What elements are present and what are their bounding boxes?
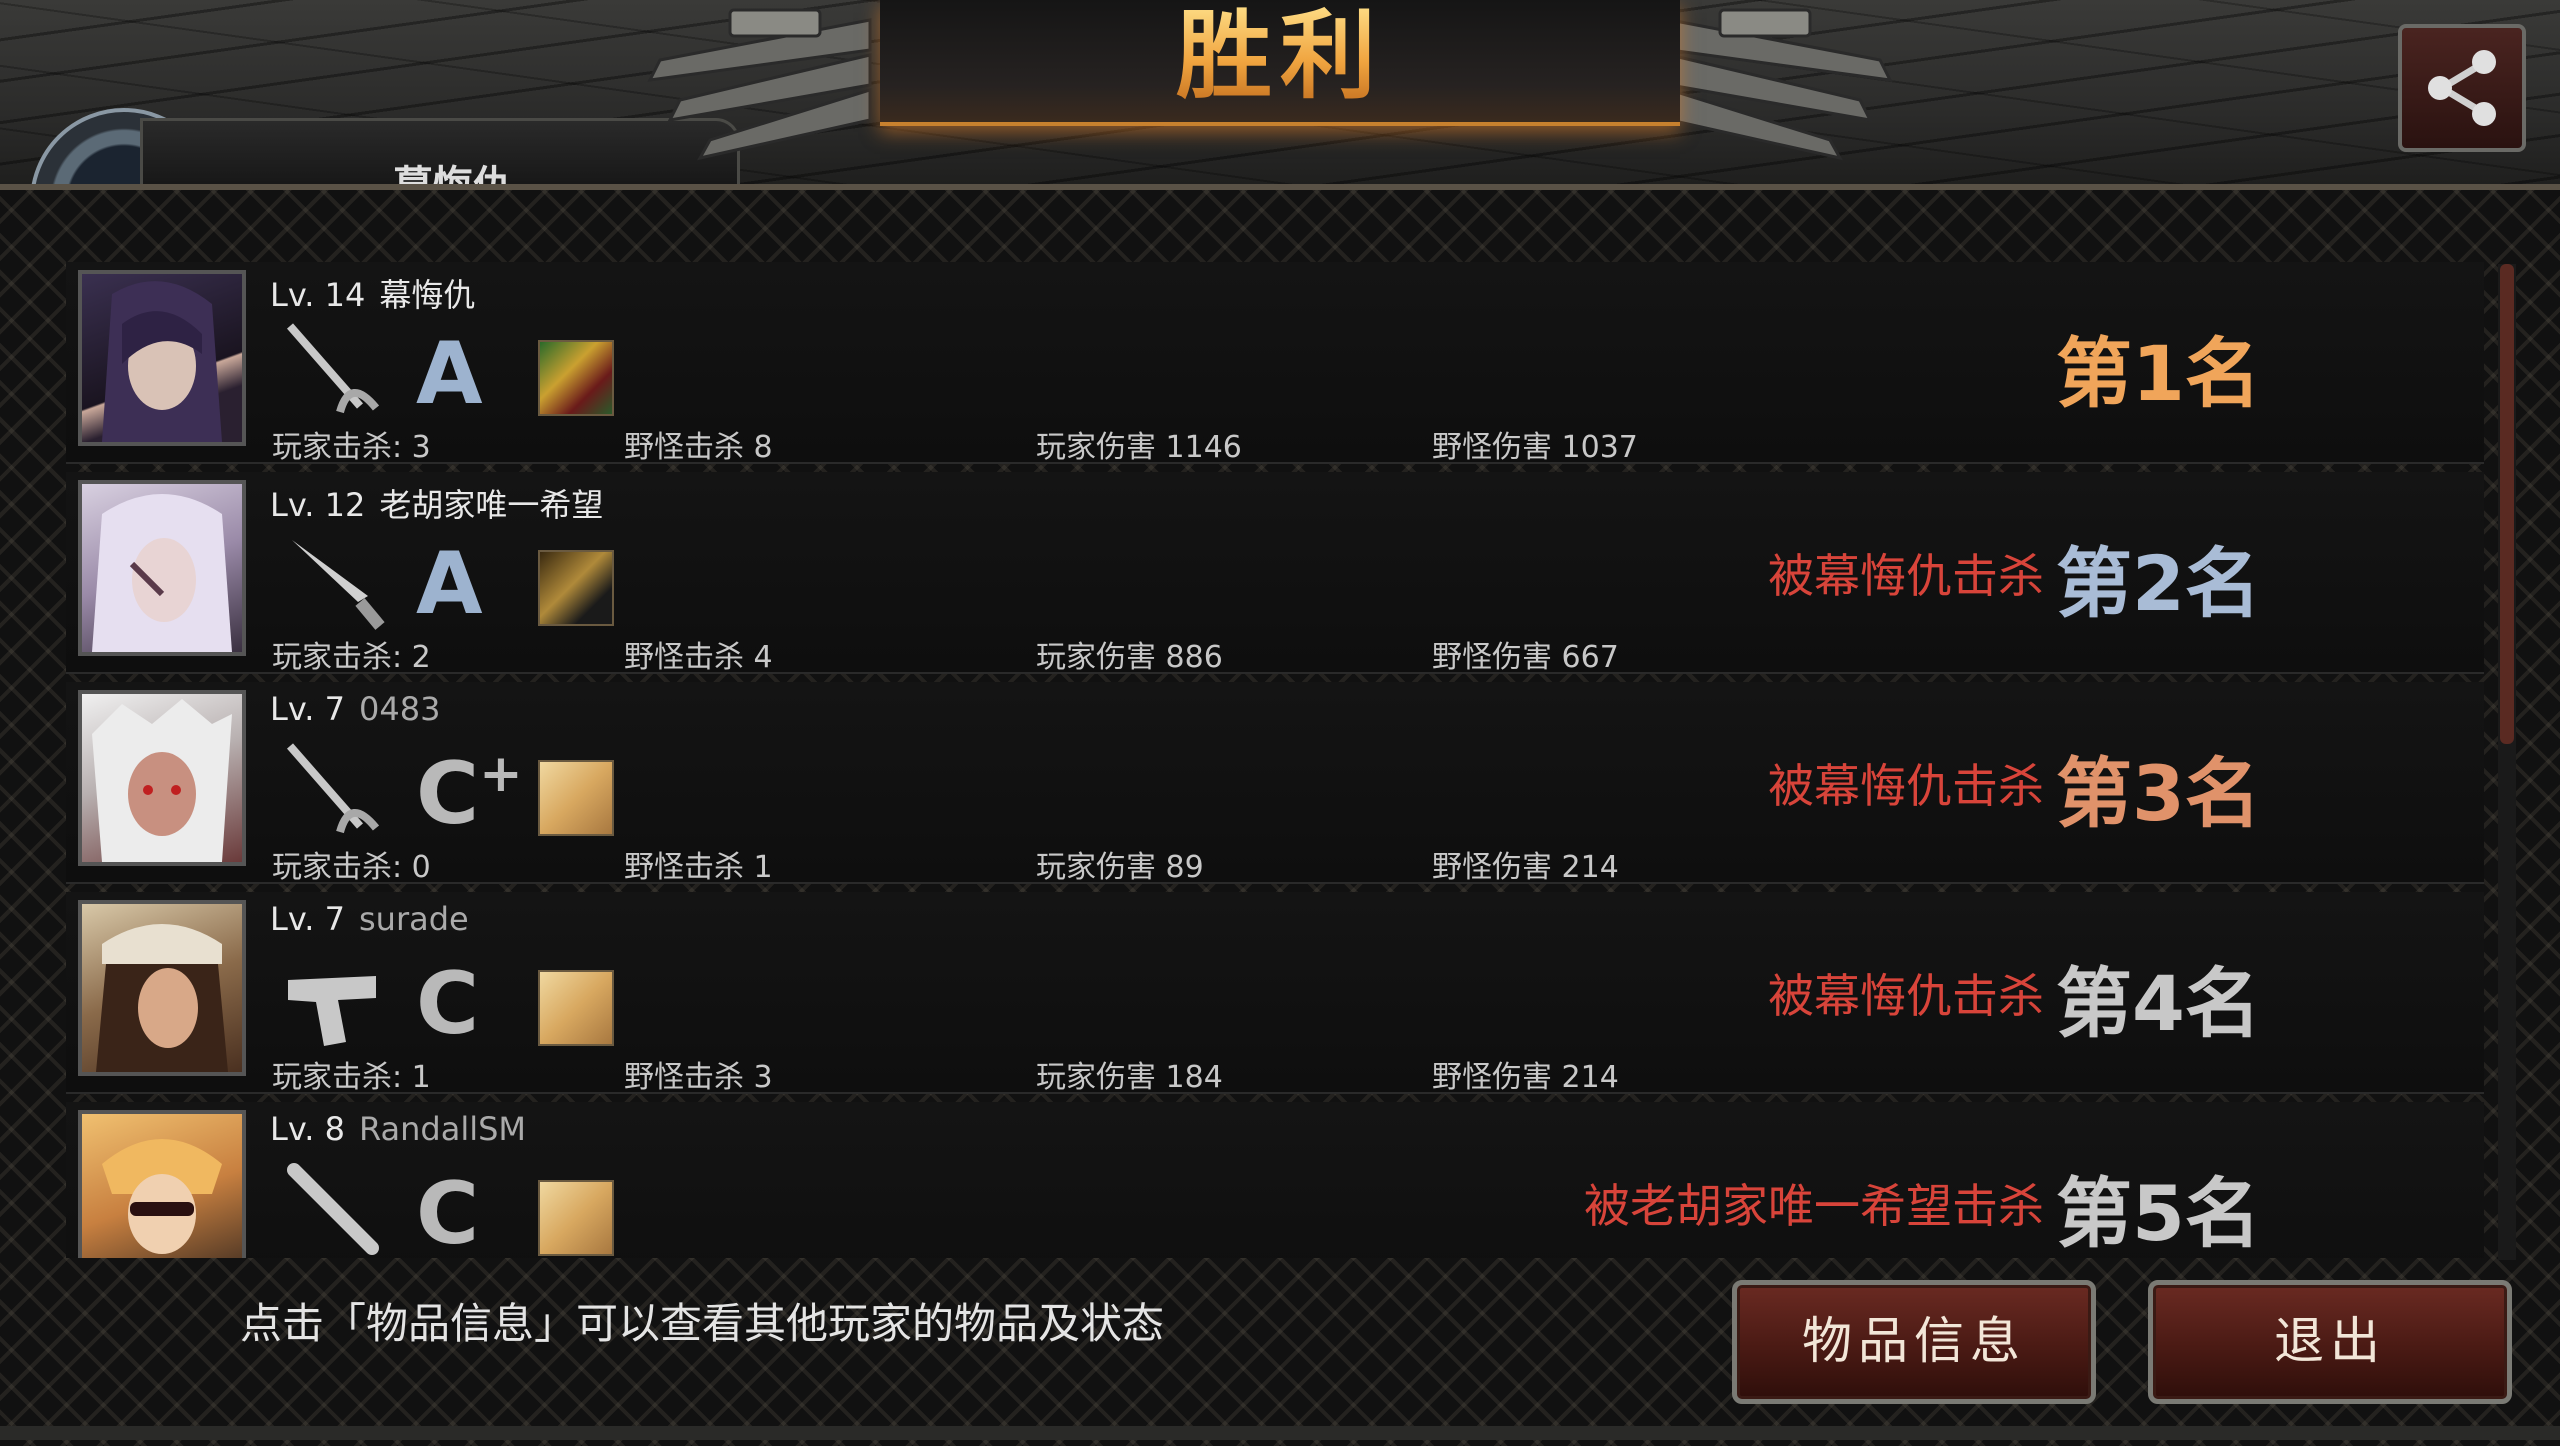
player-row[interactable]: Lv. 12 老胡家唯一希望 A 玩家击杀: 2 野怪击杀 4 玩家伤害 886 … [66,472,2484,675]
player-damage: 玩家伤害 184 [1036,1060,1223,1095]
monster-damage: 野怪伤害 214 [1432,850,1619,885]
grade-badge: C+ [416,744,523,844]
player-level: Lv. 14 [270,276,366,314]
player-level: Lv. 7 [270,690,345,728]
player-name: surade [358,900,469,938]
pistol-icon [288,976,376,1046]
player-portrait [78,480,246,656]
monster-kills: 野怪击杀 3 [624,1060,773,1095]
killed-by: 被幕悔仇击杀 [1768,969,2044,1023]
player-level-name: Lv. 14 幕悔仇 [270,270,475,316]
grade-badge: C [416,1164,480,1258]
monster-damage: 野怪伤害 1037 [1432,430,1638,465]
player-name: RandallSM [358,1110,527,1148]
player-kills: 玩家击杀: 1 [272,1060,431,1095]
bottom-strip [0,1426,2560,1440]
player-row[interactable]: Lv. 7 surade C 玩家击杀: 1 野怪击杀 3 玩家伤害 184 野怪… [66,892,2484,1095]
share-button[interactable] [2398,24,2526,152]
rank-label: 第3名 [2056,749,2261,838]
player-portrait [78,690,246,866]
player-row[interactable]: Lv. 7 0483 C+ 玩家击杀: 0 野怪击杀 1 玩家伤害 89 野怪伤害… [66,682,2484,885]
killed-by: 被老胡家唯一希望击杀 [1584,1179,2044,1233]
bat-icon [287,1163,379,1255]
player-kills: 玩家击杀: 0 [272,850,431,885]
player-level-name: Lv. 7 surade [270,900,469,938]
sword-icon [286,323,380,414]
player-portrait [78,1110,246,1258]
list-scrollbar[interactable] [2498,264,2516,1260]
player-damage: 玩家伤害 1146 [1036,430,1242,465]
victory-title-plate: 胜利 [880,0,1680,126]
item-info-button[interactable]: 物品信息 [1732,1280,2096,1404]
player-name: 幕悔仇 [379,276,476,314]
share-icon [2428,50,2496,126]
rank-label: 第4名 [2056,959,2261,1048]
player-level-name: Lv. 7 0483 [270,690,440,728]
player-level: Lv. 12 [270,486,366,524]
grade-badge: A [416,534,483,634]
player-row[interactable]: Lv. 14 幕悔仇 A 玩家击杀: 3 野怪击杀 8 玩家伤害 1146 野怪伤… [66,262,2484,465]
hint-text: 点击「物品信息」可以查看其他玩家的物品及状态 [240,1299,1165,1348]
item-slot[interactable] [538,340,614,416]
bread-item-icon[interactable] [538,760,614,836]
item-slot[interactable] [538,550,614,626]
grade-badge: A [416,324,483,424]
player-portrait [78,900,246,1076]
monster-kills: 野怪击杀 8 [624,430,773,465]
player-kills: 玩家击杀: 2 [272,640,431,675]
player-damage: 玩家伤害 89 [1036,850,1204,885]
sword-icon [286,743,380,834]
rank-label: 第5名 [2056,1169,2261,1258]
results-list[interactable]: Lv. 14 幕悔仇 A 玩家击杀: 3 野怪击杀 8 玩家伤害 1146 野怪伤… [66,262,2484,1258]
scrollbar-thumb[interactable] [2500,264,2514,744]
top-bar: 幕悔仇 胜利 [0,0,2560,190]
monster-damage: 野怪伤害 214 [1432,1060,1619,1095]
killed-by: 被幕悔仇击杀 [1768,549,2044,603]
grade-badge: C [416,954,480,1054]
rank-label: 第1名 [2056,329,2261,418]
player-level: Lv. 7 [270,900,345,938]
knife-icon [292,540,385,630]
player-level-name: Lv. 8 RandallSM [270,1110,526,1148]
player-damage: 玩家伤害 886 [1036,640,1223,675]
exit-button[interactable]: 退出 [2148,1280,2512,1404]
player-kills: 玩家击杀: 3 [272,430,431,465]
rank-label: 第2名 [2056,539,2261,628]
player-row[interactable]: Lv. 8 RandallSM C 被老胡家唯一希望击杀 第5名 [66,1102,2484,1258]
player-portrait [78,270,246,446]
bread-item-icon[interactable] [538,1180,614,1256]
monster-kills: 野怪击杀 1 [624,850,773,885]
bread-item-icon[interactable] [538,970,614,1046]
wing-emblem-right [1668,8,1893,161]
wing-emblem-left [647,8,872,161]
player-name: 0483 [358,690,441,728]
monster-kills: 野怪击杀 4 [624,640,773,675]
player-level: Lv. 8 [270,1110,345,1148]
player-name: 老胡家唯一希望 [379,486,604,524]
killed-by: 被幕悔仇击杀 [1768,759,2044,813]
player-level-name: Lv. 12 老胡家唯一希望 [270,480,603,526]
results-panel: Lv. 14 幕悔仇 A 玩家击杀: 3 野怪击杀 8 玩家伤害 1146 野怪伤… [0,184,2560,1446]
victory-title: 胜利 [1176,0,1384,112]
monster-damage: 野怪伤害 667 [1432,640,1619,675]
